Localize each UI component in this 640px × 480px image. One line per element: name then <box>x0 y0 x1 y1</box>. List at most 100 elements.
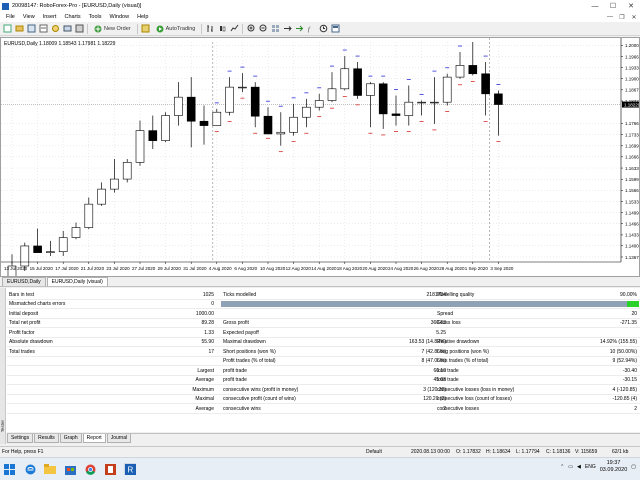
report-cell-label2: profit trade <box>223 377 247 383</box>
menu-insert[interactable]: Insert <box>39 14 61 20</box>
menu-tools[interactable]: Tools <box>85 14 106 20</box>
chart-shift-icon[interactable] <box>282 24 292 34</box>
tab-results[interactable]: Results <box>34 434 59 443</box>
periods-icon[interactable] <box>318 24 328 34</box>
metaeditor-icon[interactable] <box>141 24 151 34</box>
tab-eurusd-daily[interactable]: EURUSD,Daily <box>2 277 46 286</box>
price-tick-label: 1.19005 <box>625 76 639 81</box>
zoom-in-icon[interactable] <box>246 24 256 34</box>
app-icon <box>2 2 9 10</box>
date-tick-label: 18 Aug 2020 <box>337 266 363 271</box>
menu-help[interactable]: Help <box>133 14 152 20</box>
status-volume: V: 115659 <box>575 449 598 455</box>
price-chart[interactable]: 1.200001.196651.193301.190051.186701.183… <box>1 38 639 276</box>
mdi-close-button[interactable]: ✕ <box>628 12 640 22</box>
date-tick-label: 27 Jul 2020 <box>132 266 156 271</box>
report-cell-label: Profit factor <box>9 329 35 336</box>
close-button[interactable]: ✕ <box>622 0 640 12</box>
candle-bullish <box>58 237 68 252</box>
date-tick-label: 26 Aug 2020 <box>414 266 440 271</box>
candle-bullish <box>327 88 337 101</box>
candlestick-icon[interactable] <box>217 24 227 34</box>
menu-view[interactable]: View <box>19 14 39 20</box>
autotrading-button[interactable]: AutoTrading <box>153 24 199 34</box>
autoscroll-icon[interactable] <box>294 24 304 34</box>
candle-bullish <box>404 101 414 116</box>
clock[interactable]: 19:37 03.09.2020 <box>600 460 628 474</box>
candle-bullish <box>212 111 222 126</box>
line-chart-icon[interactable] <box>229 24 239 34</box>
tester-side-bar[interactable]: Tester <box>0 288 6 444</box>
report-table: Bars in test 1025 Ticks modelled 2181734 Mod… <box>7 290 640 414</box>
navigator-icon[interactable] <box>50 24 60 34</box>
report-row: Mismatched charts errors 0 <box>7 300 640 309</box>
new-order-label: New Order <box>104 25 131 32</box>
keyboard-language[interactable]: ENG <box>585 464 596 470</box>
candle-bearish <box>250 86 260 117</box>
store-icon[interactable] <box>64 463 76 475</box>
tester-tabs: Settings Results Graph Report Journal <box>7 433 640 443</box>
chevron-up-icon[interactable]: ⌃ <box>560 464 564 470</box>
tab-settings[interactable]: Settings <box>7 434 34 443</box>
report-cell-label3: Long positions (won %) <box>437 348 489 355</box>
report-cell-label3: Loss trades (% of total) <box>437 358 489 364</box>
report-cell-label2: consecutive profit (count of wins) <box>223 396 296 402</box>
maximize-button[interactable]: ☐ <box>604 0 622 12</box>
modelling-quality-bar <box>221 301 639 307</box>
zoom-out-icon[interactable] <box>258 24 268 34</box>
tab-graph[interactable]: Graph <box>59 434 82 443</box>
chrome-icon[interactable] <box>84 463 96 475</box>
profiles-icon[interactable] <box>14 24 24 34</box>
file-explorer-icon[interactable] <box>44 463 56 475</box>
terminal-icon[interactable] <box>62 24 72 34</box>
report-cell-value: Average <box>195 405 214 412</box>
candle-bullish <box>276 131 286 135</box>
report-cell-label: Mismatched charts errors <box>9 301 66 307</box>
menu-charts[interactable]: Charts <box>60 14 84 20</box>
candle-bullish <box>135 130 145 163</box>
candle-bullish <box>430 101 439 104</box>
data-window-icon[interactable] <box>38 24 48 34</box>
tab-journal[interactable]: Journal <box>106 434 132 443</box>
chart-window[interactable]: 1.200001.196651.193301.190051.186701.183… <box>0 37 640 277</box>
date-tick-label: 31 Jul 2020 <box>183 266 207 271</box>
price-tick-label: 1.17665 <box>625 121 639 126</box>
price-tick-label: 1.20000 <box>625 43 639 48</box>
mdi-restore-button[interactable]: ❐ <box>616 12 628 22</box>
trading-terminal-icon[interactable]: R <box>124 463 136 475</box>
date-tick-label: 15 Jul 2020 <box>30 266 54 271</box>
tab-eurusd-daily-visual[interactable]: EURUSD,Daily (visual) <box>46 277 108 286</box>
presentation-app-icon[interactable] <box>104 463 116 475</box>
report-cell-value3: -30.15 <box>622 377 637 383</box>
network-icon[interactable]: ▭ <box>568 464 573 470</box>
price-tick-label: 1.16995 <box>625 144 639 149</box>
bar-chart-icon[interactable] <box>205 24 215 34</box>
indicators-icon[interactable]: f <box>306 24 316 34</box>
mdi-minimize-button[interactable]: — <box>604 12 616 22</box>
edge-icon[interactable] <box>24 463 36 475</box>
tab-report[interactable]: Report <box>82 434 106 443</box>
notifications-icon[interactable]: ▢ <box>631 464 636 470</box>
report-row: Average profit trade 45.08 loss trade -30.15 <box>7 376 640 385</box>
status-high: H: 1.18634 <box>486 449 511 455</box>
tester-icon[interactable] <box>74 24 84 34</box>
minimize-button[interactable]: — <box>586 0 604 12</box>
date-tick-label: 4 Aug 2020 <box>209 266 232 271</box>
new-order-button[interactable]: New Order <box>91 24 134 34</box>
market-watch-icon[interactable] <box>26 24 36 34</box>
report-cell-label: Absolute drawdown <box>9 339 53 345</box>
report-cell-label2: profit trade <box>223 367 247 374</box>
date-tick-label: 28 Aug 2020 <box>439 266 465 271</box>
candle-bullish <box>442 76 452 103</box>
candle-bullish <box>71 227 81 238</box>
report-row: Bars in test 1025 Ticks modelled 2181734 Mod… <box>7 290 640 300</box>
menu-window[interactable]: Window <box>106 14 134 20</box>
menu-file[interactable]: File <box>2 14 19 20</box>
new-chart-icon[interactable] <box>2 24 12 34</box>
templates-icon[interactable] <box>330 24 340 34</box>
status-datetime: 2020.08.13 00:00 <box>411 449 450 455</box>
tile-windows-icon[interactable] <box>270 24 280 34</box>
volume-icon[interactable]: ◀ <box>577 464 581 470</box>
report-cell-label3: Modelling quality <box>437 291 475 298</box>
windows-start-icon[interactable] <box>3 463 15 475</box>
